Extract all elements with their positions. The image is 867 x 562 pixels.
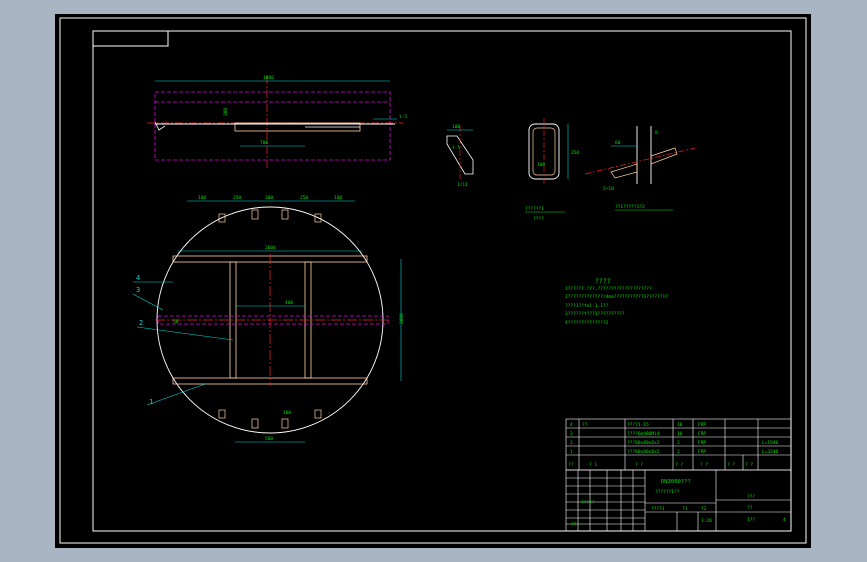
callout-2: 2 [139,319,143,327]
callout-2-leader [136,326,234,341]
section-b-caption2: ???? [533,216,544,222]
label-b: ??? [571,522,579,528]
scale: 1:20 [701,518,712,524]
bom-qty: 2 [677,440,680,446]
plan-mid-dim: 400 [285,300,293,306]
bom-no: 1 [570,449,573,455]
bom-no: 3 [570,431,573,437]
notes-line-4: 3??????t???1?????????? [565,311,625,317]
notes-line-3: ????1??tel-1.1?? [565,303,609,309]
plan-view: 100 250 300 250 100 2600 400 2000 50 500… [132,195,405,443]
page-no: 4 [783,517,786,523]
plan-clip [251,418,259,429]
bom-spec: ????6m400Mi4 [627,431,660,437]
section-a-d2: t-5 [452,145,460,151]
bom-mat: FRP [698,440,706,446]
plan-top-dim-1: 250 [233,195,241,201]
bom-header: ? 1 [589,462,597,468]
plan-left-dim: 50 [173,319,179,325]
cad-drawing: 1880 700 300 t-5 100 t-5 1/11 250 100 ??… [59,17,807,544]
callout-1-leader [146,383,206,406]
bom-mat: FRP [698,449,706,455]
title-text: DN3000??? ??????1?? ??? ?? ????? ??? ???… [571,479,786,528]
bom-spec: ????1-15 [627,422,649,428]
plan-bottom-dim: 500 [265,436,273,442]
name2: ?? [747,505,753,511]
notes: ???? 1??????:???,???????????????????? 2?… [565,277,668,326]
section-c-beam [584,147,696,175]
notes-line-1: 1??????:???,???????????????????? [565,286,652,292]
notes-line-5: 4??????????????2 [565,320,609,326]
row-b: ?1 [682,506,688,512]
bom-qty: 10 [677,422,683,428]
section-c-d3: 5~10 [603,186,614,192]
plan-top-dim-4: 100 [334,195,342,201]
bom-header: ? ? [635,462,643,468]
bom-qty: 10 [677,431,683,437]
bom-header: ? ? [745,462,753,468]
section-c: 60 8 5~10 ??1?????1?2 [584,126,696,211]
bom-note: L=1940 [762,440,779,446]
bom-spec: ???80x80x6x2 [627,440,660,446]
plan-top-dim-0: 100 [198,195,206,201]
top-view-span: 700 [260,140,268,146]
drawing-sheet: 1880 700 300 t-5 100 t-5 1/11 250 100 ??… [55,14,811,548]
section-b: 250 100 ??????1 ???? [525,118,579,222]
bom-note: L=3240 [762,449,779,455]
bom-mat: FRP [698,422,706,428]
bom-spec: ???80x80x6x2 [627,449,660,455]
callout-1: 1 [149,398,153,406]
section-b-d2: 100 [537,162,545,168]
label-a: ????? [581,500,595,506]
company: ??? [747,494,755,500]
notes-title: ???? [595,277,611,285]
plan-clip [314,409,322,419]
plan-chord-top: 2600 [265,245,276,251]
drawing-sub: ??????1?? [655,489,680,495]
row-a: ????1 [651,506,665,512]
section-a-d1: 100 [452,124,460,130]
top-view-thick: t-5 [399,114,407,120]
section-b-d1: 250 [571,150,579,156]
plan-clip [281,209,289,220]
top-view: 1880 700 300 t-5 [147,75,407,169]
section-c-d2: 8 [655,130,658,136]
section-c-d1: 60 [615,140,621,146]
plan-clip [281,418,289,429]
top-view-offset: 300 [223,108,229,116]
section-b-caption1: ??????1 [525,206,544,212]
bom-header: ?? [568,462,574,468]
bom-header: ? ? [727,462,735,468]
bom-no: 4 [570,422,573,428]
drawing-title: DN3000??? [661,479,691,485]
section-a: 100 t-5 1/11 [446,124,474,188]
plan-clip [218,409,226,419]
section-a-caption: 1/11 [457,182,468,188]
callout-4: 4 [136,274,140,282]
row-c: ?2 [701,506,707,512]
plan-bot-small: 100 [283,410,291,416]
plan-top-dim-2: 300 [265,195,273,201]
section-c-caption: ??1?????1?2 [615,204,645,210]
bom-name: ?? [582,422,588,428]
bom-no: 2 [570,440,573,446]
bom-mat: FRP [698,431,706,437]
plan-side-dim-text: 2000 [399,313,405,324]
code-box [92,30,169,47]
section-c-clip2 [650,147,678,165]
top-view-total-len: 1880 [263,75,274,81]
inner-frame [92,30,792,532]
bom-qty: 2 [677,449,680,455]
plan-top-dim-3: 250 [300,195,308,201]
notes-line-2: 2?????????????/4mm???????????1??????1? [565,294,668,300]
section-c-clip [610,163,638,179]
bom-header: ? ? [675,462,683,468]
plan-clip [251,209,259,220]
outer-frame [59,17,807,544]
callout-3: 3 [136,286,140,294]
sheet-no: 1?? [747,517,755,523]
bom-header: ? ? [700,462,708,468]
